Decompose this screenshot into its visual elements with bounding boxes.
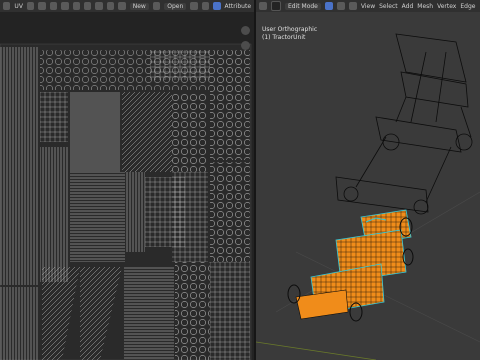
overlay-icon[interactable] — [213, 2, 221, 10]
uv-island — [70, 92, 120, 172]
menu-add[interactable]: Add — [402, 3, 414, 10]
viewport-scene — [256, 33, 480, 360]
snap-icon[interactable] — [95, 2, 103, 10]
menu-mesh[interactable]: Mesh — [417, 3, 433, 10]
pan-hand-icon[interactable] — [241, 26, 250, 35]
viewport-editor-icon[interactable] — [259, 2, 267, 10]
uv-island — [210, 162, 250, 262]
uv-island — [124, 267, 174, 360]
uv-island — [210, 262, 250, 360]
pin-icon[interactable] — [190, 2, 198, 10]
menu-edge[interactable]: Edge — [460, 3, 475, 10]
sticky-select-icon[interactable] — [84, 2, 92, 10]
uv-editor-viewport[interactable] — [0, 12, 254, 360]
uv-island — [0, 287, 38, 360]
menu-select[interactable]: Select — [379, 3, 398, 10]
vertex-select-icon[interactable] — [38, 2, 46, 10]
viewport-header: Edit Mode View Select Add Mesh Vertex Ed… — [256, 0, 480, 12]
uv-island — [70, 172, 125, 262]
uv-island — [150, 50, 210, 80]
mode-selector[interactable]: Edit Mode — [285, 2, 321, 10]
new-image-button[interactable]: New — [129, 2, 149, 10]
uv-sync-icon[interactable] — [26, 2, 35, 10]
proportional-icon[interactable] — [106, 2, 115, 10]
3d-viewport[interactable]: User Orthographic (1) TractorUnit — [256, 12, 480, 360]
open-image-icon[interactable] — [152, 2, 161, 10]
tractor-unit-selected — [295, 209, 412, 320]
uv-island — [122, 92, 172, 172]
mode-dropdown-icon[interactable] — [201, 2, 210, 10]
uv-island — [40, 92, 68, 142]
menu-vertex[interactable]: Vertex — [437, 3, 456, 10]
y-axis-line — [256, 341, 377, 360]
uv-island — [172, 172, 208, 262]
uv-island — [0, 47, 38, 285]
trailer-wireframe — [335, 33, 473, 215]
edge-select-icon[interactable] — [49, 2, 58, 10]
uv-mode-label[interactable]: UV — [14, 3, 23, 10]
uv-editor-icon[interactable] — [3, 2, 11, 10]
image-browse-icon[interactable] — [118, 2, 126, 10]
edit-mode-icon — [271, 1, 281, 11]
attribute-label[interactable]: Attribute — [225, 3, 252, 10]
face-select-icon[interactable] — [61, 2, 69, 10]
uv-island — [40, 147, 68, 282]
uv-island — [125, 172, 145, 252]
face-select-mode-icon[interactable] — [348, 2, 357, 10]
open-image-button[interactable]: Open — [164, 2, 187, 10]
edge-select-mode-icon[interactable] — [336, 2, 345, 10]
uv-island — [210, 50, 250, 160]
zoom-icon[interactable] — [241, 41, 250, 50]
uv-navigation-gizmo — [241, 26, 250, 50]
island-select-icon[interactable] — [72, 2, 81, 10]
uv-island — [175, 262, 210, 360]
vertex-select-mode-icon[interactable] — [324, 2, 333, 10]
uv-editor-header: UV New Open Attribute — [0, 0, 254, 12]
uv-layout-canvas — [0, 43, 252, 360]
menu-view[interactable]: View — [361, 3, 375, 10]
uv-island — [172, 92, 208, 172]
